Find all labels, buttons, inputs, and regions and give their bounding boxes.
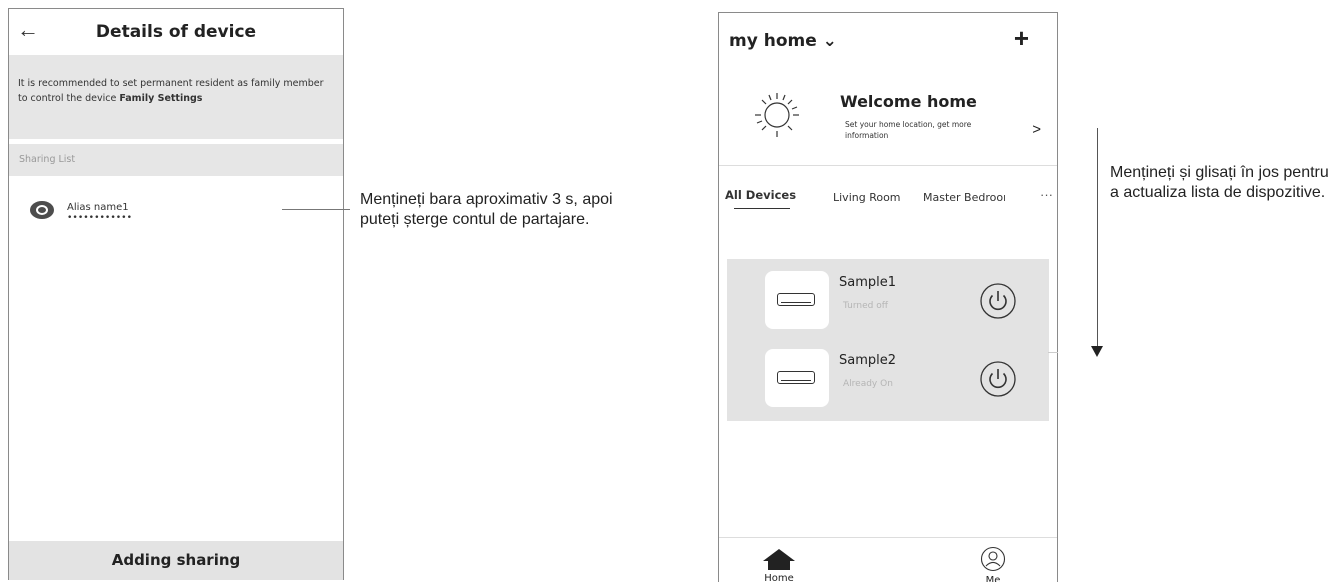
adding-sharing-button[interactable]: Adding sharing — [9, 541, 343, 580]
welcome-title: Welcome home — [840, 92, 977, 111]
home-icon — [763, 549, 795, 570]
air-conditioner-icon — [777, 293, 815, 306]
device-status: Turned off — [843, 301, 888, 311]
family-settings-link[interactable]: Family Settings — [119, 93, 202, 104]
device-thumbnail — [765, 349, 829, 407]
air-conditioner-icon — [777, 371, 815, 384]
tab-living-room[interactable]: Living Room — [833, 191, 901, 204]
welcome-banner[interactable]: Welcome home Set your home location, get… — [719, 77, 1057, 166]
screen-header: ← Details of device — [9, 9, 343, 55]
callout-text-right: Mențineți și glisați în jos pentru a act… — [1110, 164, 1329, 201]
arrow-down-icon — [1091, 346, 1103, 357]
profile-icon — [980, 546, 1006, 572]
welcome-subtitle: Set your home location, get more informa… — [845, 120, 972, 140]
device-details-screen: ← Details of device It is recommended to… — [8, 8, 344, 580]
device-status: Already On — [843, 379, 893, 389]
nav-me-label: Me — [985, 575, 1001, 582]
sharing-list-item[interactable]: Alias name1 •••••••••••• — [9, 193, 343, 237]
avatar — [30, 201, 54, 219]
device-name: Sample1 — [839, 275, 897, 290]
sharing-list-header: Sharing List — [9, 144, 343, 176]
active-tab-indicator — [734, 208, 790, 209]
room-tabs: All Devices Living Room Master Bedroom ·… — [719, 177, 1057, 217]
nav-home[interactable]: Home — [759, 548, 799, 582]
swipe-down-line — [1097, 128, 1098, 348]
home-selector[interactable]: my home ⌄ — [729, 31, 837, 51]
tab-master-bedroom[interactable]: Master Bedroom — [923, 191, 1005, 204]
sun-icon — [755, 93, 799, 137]
device-name: Sample2 — [839, 353, 897, 368]
device-card-sample2[interactable]: Sample2 Already On — [727, 337, 1049, 421]
alias-name: Alias name1 — [67, 202, 129, 213]
nav-me[interactable]: Me — [973, 546, 1013, 582]
callout-line — [282, 209, 350, 210]
device-card-sample1[interactable]: Sample1 Turned off — [727, 259, 1049, 343]
device-thumbnail — [765, 271, 829, 329]
bottom-navigation: Home Me — [719, 537, 1057, 582]
page-title: Details of device — [95, 22, 257, 42]
masked-account: •••••••••••• — [67, 213, 133, 223]
chevron-right-icon[interactable]: > — [1032, 121, 1041, 138]
home-screen: my home ⌄ + Welcome home Set your home l… — [718, 12, 1058, 582]
family-notice: It is recommended to set permanent resid… — [9, 55, 343, 139]
power-icon[interactable] — [979, 360, 1017, 398]
tab-all-devices[interactable]: All Devices — [725, 188, 796, 202]
divider — [1048, 352, 1058, 353]
power-icon[interactable] — [979, 282, 1017, 320]
more-tabs-icon[interactable]: ··· — [1040, 187, 1053, 202]
add-device-button[interactable]: + — [1014, 23, 1029, 54]
callout-text-left: Mențineți bara aproximativ 3 s, apoi put… — [360, 191, 613, 228]
